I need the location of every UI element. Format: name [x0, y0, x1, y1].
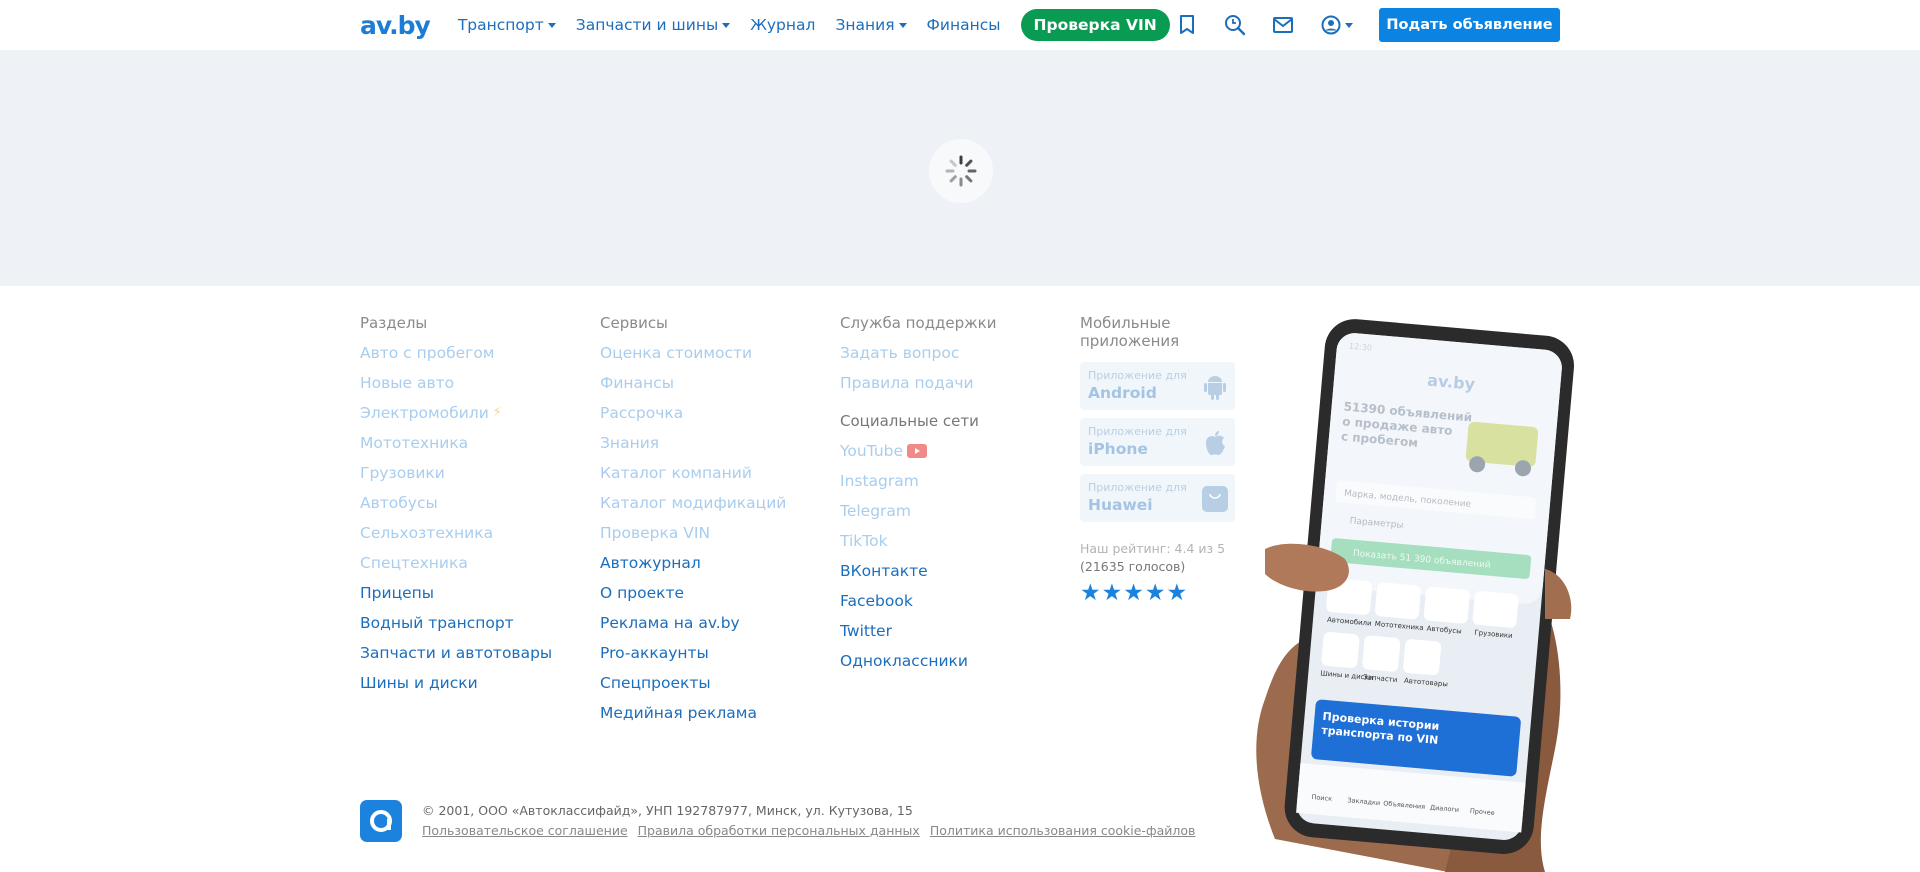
- chevron-down-icon: [898, 22, 907, 28]
- phone-illustration: 12:30 av.by 51390 объявлений о продаже а…: [1245, 319, 1605, 872]
- mail-icon[interactable]: [1271, 13, 1295, 37]
- footer-link-ev-label: Электромобили: [360, 404, 489, 422]
- footer-sections: Разделы Авто с пробегом Новые авто Элект…: [360, 314, 552, 704]
- footer-link-twitter[interactable]: Twitter: [840, 622, 996, 640]
- star-icon: ★: [1080, 580, 1101, 606]
- footer-link-ok[interactable]: Одноклассники: [840, 652, 996, 670]
- footer-link-telegram[interactable]: Telegram: [840, 502, 996, 520]
- huawei-appgallery-icon: [1202, 486, 1228, 512]
- nav-finance-label: Финансы: [926, 16, 1001, 34]
- star-icon: ★: [1123, 580, 1144, 606]
- privacy-policy-link[interactable]: Правила обработки персональных данных: [638, 823, 920, 838]
- nav-parts[interactable]: Запчасти и шины: [575, 16, 731, 34]
- star-icon: ★: [1101, 580, 1123, 606]
- nav-journal[interactable]: Журнал: [750, 16, 815, 34]
- nav-journal-label: Журнал: [750, 16, 816, 34]
- footer-link-youtube[interactable]: YouTube: [840, 442, 996, 460]
- footer-link-water[interactable]: Водный транспорт: [360, 614, 552, 632]
- footer-link-ask[interactable]: Задать вопрос: [840, 344, 996, 362]
- footer-link-ev[interactable]: Электромобили ⚡: [360, 404, 552, 422]
- vin-check-button[interactable]: Проверка VIN: [1020, 9, 1170, 41]
- footer-mobile-title: Мобильные приложения: [1080, 314, 1180, 350]
- star-icon: ★: [1166, 580, 1188, 606]
- chevron-down-icon: [547, 22, 556, 28]
- header: av.by Транспорт Запчасти и шины Журнал З…: [0, 0, 1920, 50]
- footer-link-vin[interactable]: Проверка VIN: [600, 524, 786, 542]
- footer-link-parts[interactable]: Запчасти и автотовары: [360, 644, 552, 662]
- chevron-down-icon: [722, 22, 731, 28]
- footer-social-title: Социальные сети: [840, 412, 979, 430]
- footer-link-used-cars[interactable]: Авто с пробегом: [360, 344, 552, 362]
- content-area: [0, 50, 1920, 286]
- footer-link-facebook[interactable]: Facebook: [840, 592, 996, 610]
- footer-link-media-ads[interactable]: Медийная реклама: [600, 704, 786, 722]
- bookmark-icon[interactable]: [1175, 13, 1199, 37]
- footer: Разделы Авто с пробегом Новые авто Элект…: [0, 286, 1920, 872]
- apple-icon: [1202, 430, 1228, 456]
- header-inner: av.by Транспорт Запчасти и шины Журнал З…: [360, 0, 1560, 50]
- nav-knowledge-label: Знания: [835, 16, 895, 34]
- legal-links: Пользовательское соглашение Правила обра…: [422, 823, 1205, 838]
- footer-link-modifications[interactable]: Каталог модификаций: [600, 494, 786, 512]
- footer-link-pro[interactable]: Pro-аккаунты: [600, 644, 786, 662]
- footer-link-tiktok[interactable]: TikTok: [840, 532, 996, 550]
- footer-link-advertising[interactable]: Реклама на av.by: [600, 614, 786, 632]
- site-logo[interactable]: av.by: [360, 11, 431, 40]
- lightning-icon: ⚡: [492, 405, 502, 420]
- footer-link-buses[interactable]: Автобусы: [360, 494, 552, 512]
- huawei-app-button[interactable]: Приложение для Huawei: [1080, 474, 1235, 522]
- footer-link-special-projects[interactable]: Спецпроекты: [600, 674, 786, 692]
- iphone-app-button[interactable]: Приложение для iPhone: [1080, 418, 1235, 466]
- cookie-policy-link[interactable]: Политика использования cookie-файлов: [930, 823, 1196, 838]
- footer-link-rules[interactable]: Правила подачи: [840, 374, 996, 392]
- footer-link-valuation[interactable]: Оценка стоимости: [600, 344, 786, 362]
- footer-services: Сервисы Оценка стоимости Финансы Рассроч…: [600, 314, 786, 734]
- nav-parts-label: Запчасти и шины: [575, 16, 719, 34]
- footer-link-vk[interactable]: ВКонтакте: [840, 562, 996, 580]
- post-ad-button[interactable]: Подать объявление: [1379, 8, 1560, 42]
- footer-link-knowledge[interactable]: Знания: [600, 434, 786, 452]
- rating-stars: ★ ★ ★ ★ ★: [1080, 580, 1240, 606]
- loading-spinner: [929, 139, 993, 203]
- footer-link-autojournal[interactable]: Автожурнал: [600, 554, 786, 572]
- footer-support-title: Служба поддержки: [840, 314, 997, 332]
- footer-mobile: Мобильные приложения Приложение для Andr…: [1080, 314, 1240, 606]
- nav-knowledge[interactable]: Знания: [835, 16, 907, 34]
- android-app-button[interactable]: Приложение для Android: [1080, 362, 1235, 410]
- android-icon: [1202, 374, 1228, 400]
- header-icons: [1175, 13, 1379, 37]
- footer-link-tires[interactable]: Шины и диски: [360, 674, 552, 692]
- footer-link-trucks[interactable]: Грузовики: [360, 464, 552, 482]
- footer-link-installment[interactable]: Рассрочка: [600, 404, 786, 422]
- footer-support: Служба поддержки Задать вопрос Правила п…: [840, 314, 996, 682]
- av-app-logo-icon: [360, 800, 402, 842]
- footer-link-trailers[interactable]: Прицепы: [360, 584, 552, 602]
- footer-link-instagram[interactable]: Instagram: [840, 472, 996, 490]
- footer-link-moto[interactable]: Мототехника: [360, 434, 552, 452]
- footer-sections-title: Разделы: [360, 314, 428, 332]
- app-rating: Наш рейтинг: 4.4 из 5: [1080, 541, 1226, 556]
- footer-link-special[interactable]: Спецтехника: [360, 554, 552, 572]
- star-icon: ★: [1144, 580, 1166, 606]
- footer-link-new-cars[interactable]: Новые авто: [360, 374, 552, 392]
- main-nav: Транспорт Запчасти и шины Журнал Знания …: [458, 9, 1170, 41]
- user-agreement-link[interactable]: Пользовательское соглашение: [422, 823, 628, 838]
- copyright-text: © 2001, ООО «Автоклассифайд», УНП 192787…: [422, 803, 913, 818]
- footer-services-title: Сервисы: [600, 314, 668, 332]
- user-icon[interactable]: [1319, 13, 1355, 37]
- chevron-down-icon: [1345, 22, 1353, 28]
- app-rating-votes: (21635 голосов): [1080, 559, 1186, 574]
- nav-transport-label: Транспорт: [457, 16, 544, 34]
- footer-link-companies[interactable]: Каталог компаний: [600, 464, 786, 482]
- youtube-icon: [907, 444, 928, 458]
- footer-link-agro[interactable]: Сельхозтехника: [360, 524, 552, 542]
- nav-transport[interactable]: Транспорт: [458, 16, 556, 34]
- footer-link-about[interactable]: О проекте: [600, 584, 786, 602]
- nav-finance[interactable]: Финансы: [927, 16, 1001, 34]
- search-history-icon[interactable]: [1223, 13, 1247, 37]
- footer-link-finance[interactable]: Финансы: [600, 374, 786, 392]
- footer-link-youtube-label: YouTube: [840, 442, 904, 460]
